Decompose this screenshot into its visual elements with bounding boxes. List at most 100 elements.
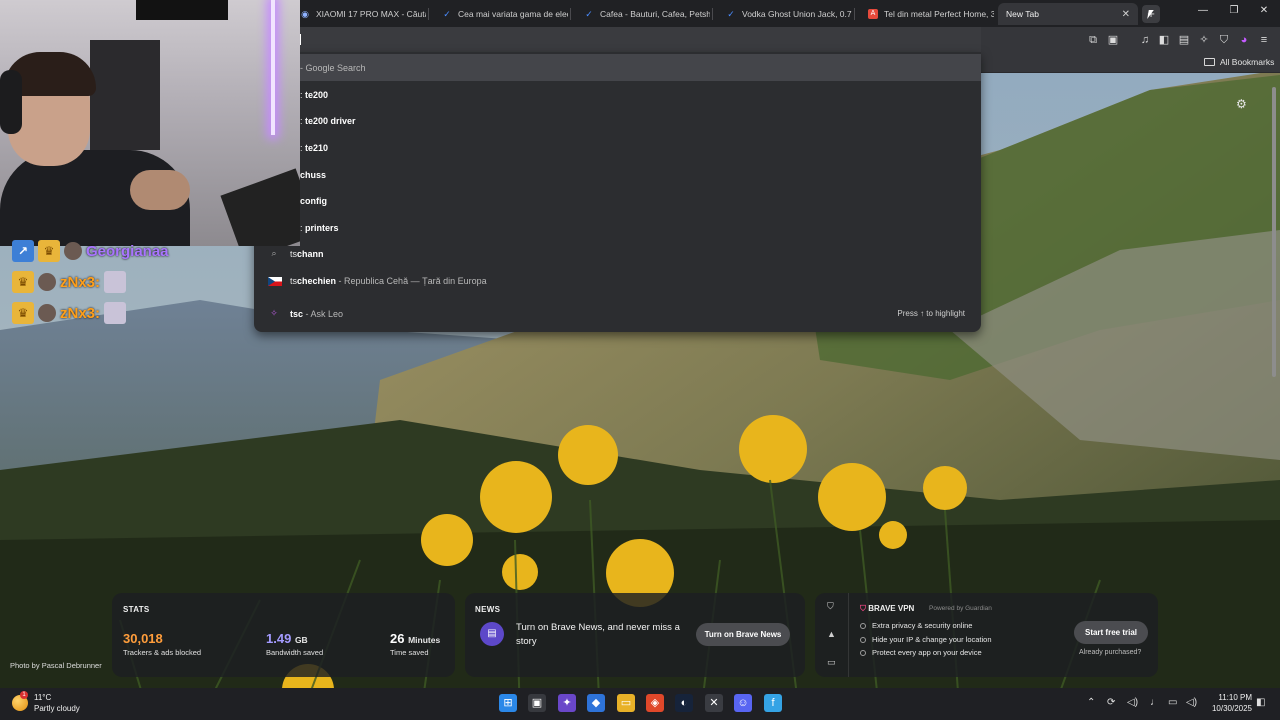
chat-badge-icon: ↗ <box>12 240 34 262</box>
copilot-icon[interactable]: ✦ <box>558 694 576 712</box>
suggestion-text: : te200 <box>300 89 329 100</box>
stats-widget: STATS 30,018 Trackers & ads blocked 1.49… <box>112 593 455 677</box>
gear-icon[interactable]: ⚙ <box>1236 97 1247 111</box>
leo-icon[interactable]: ✧ <box>1197 33 1211 47</box>
discord-icon[interactable]: ☺ <box>734 694 752 712</box>
time-desc: Time saved <box>390 648 429 657</box>
time-stat: 26 Minutes <box>390 631 441 646</box>
czech-flag-icon <box>268 275 282 286</box>
tab-search-icon[interactable]: ▣ <box>1106 33 1120 47</box>
clock[interactable]: 11:10 PM 10/30/2025 <box>1204 692 1252 714</box>
sync-icon[interactable]: ⟳ <box>1107 697 1115 708</box>
microphone-icon[interactable]: ♩ <box>1150 697 1160 708</box>
chat-username: zNx3: <box>60 273 101 291</box>
brave-browser-icon[interactable]: ◈ <box>646 694 664 712</box>
xbox-icon[interactable]: ✕ <box>705 694 723 712</box>
weather-text: 11°C Partly cloudy <box>34 693 80 713</box>
rewards-icon[interactable]: ▲ <box>827 629 836 639</box>
text-caret <box>300 33 301 45</box>
tab-emag-cafea[interactable]: ✓ Cafea - Bauturi, Cafea, Petshop <box>576 3 710 25</box>
weather-icon: 1 <box>12 691 28 711</box>
volume-icon[interactable]: ◁) <box>1186 697 1197 708</box>
vpn-title: ⛉ BRAVE VPN <box>860 604 915 613</box>
weather-widget[interactable]: 1 11°C Partly cloudy <box>12 691 80 714</box>
suggestion-item[interactable]: - Google Search <box>254 54 981 81</box>
tab-perfect-home[interactable]: A Tel din metal Perfect Home, 32 <box>860 3 994 25</box>
tab-separator <box>428 8 429 20</box>
suggestion-text: tschann <box>290 248 324 259</box>
check-icon <box>860 623 866 630</box>
all-bookmarks-button[interactable]: All Bookmarks <box>1204 57 1274 67</box>
media-icon[interactable]: ♫ <box>1138 33 1152 47</box>
suggestion-text: tsc - Ask Leo <box>290 308 344 319</box>
news-text: Turn on Brave News, and never miss a sto… <box>516 622 680 647</box>
suggestion-item[interactable]: tschechien - Republica Cehă — Țară din E… <box>254 267 981 294</box>
minimize-icon[interactable]: — <box>1189 5 1217 16</box>
tab-xiaomi[interactable]: ◉ XIAOMI 17 PRO MAX - Căutare <box>292 3 426 25</box>
photo-credit[interactable]: Photo by Pascal Debrunner <box>10 661 102 670</box>
tab-title: XIAOMI 17 PRO MAX - Căutare <box>316 9 426 19</box>
chat-message: ♛ zNx3: <box>12 302 127 324</box>
assistant-icon[interactable]: ◆ <box>587 694 605 712</box>
scroll-thumb[interactable] <box>1272 87 1276 377</box>
menu-icon[interactable]: ≡ <box>1257 33 1271 47</box>
chat-message: ♛ zNx3: <box>12 271 127 293</box>
webcam-overlay <box>0 0 300 246</box>
restore-icon[interactable]: ❐ <box>1220 5 1248 16</box>
extensions-icon[interactable]: ⧉ <box>1086 33 1100 47</box>
speaker-icon[interactable]: ◁) <box>1127 697 1138 708</box>
shield-icon[interactable]: ⛉ <box>827 601 834 612</box>
notification-icon[interactable]: ◧ <box>1256 697 1265 708</box>
suggestion-item[interactable]: config <box>254 187 981 214</box>
scrollbar[interactable] <box>1272 77 1278 687</box>
tab-emag-vodka[interactable]: ✓ Vodka Ghost Union Jack, 0.7L <box>718 3 852 25</box>
suggestion-text: : printers <box>300 222 339 233</box>
address-bar[interactable] <box>254 27 981 52</box>
close-tab-icon[interactable]: ✕ <box>1122 9 1130 20</box>
bandwidth-stat: 1.49 GB <box>266 631 308 646</box>
check-icon <box>860 637 866 644</box>
network-icon[interactable]: ▭ <box>1168 697 1177 708</box>
crown-icon: ♛ <box>38 240 60 262</box>
stats-label: STATS <box>123 605 150 614</box>
suggestion-item[interactable]: : te200 driver <box>254 107 981 134</box>
task-view-icon[interactable]: ▣ <box>528 694 546 712</box>
facebook-icon[interactable]: f <box>764 694 782 712</box>
tab-new-tab[interactable]: New Tab ✕ <box>998 3 1138 25</box>
tab-emag-electronics[interactable]: ✓ Cea mai variata gama de electr <box>434 3 568 25</box>
vpn-powered: Powered by Guardian <box>929 605 992 612</box>
close-window-icon[interactable]: ✕ <box>1250 5 1278 16</box>
brave-rewards-icon[interactable]: ◕ <box>1237 33 1251 47</box>
emag-icon: ✓ <box>727 9 735 19</box>
shop-icon: A <box>868 9 878 19</box>
shield-icon[interactable]: ⛉ <box>1217 33 1231 47</box>
already-purchased-link[interactable]: Already purchased? <box>1079 649 1141 656</box>
steam-icon[interactable]: ◐ <box>675 694 693 712</box>
sidebar-icon[interactable]: ◧ <box>1157 33 1171 47</box>
notification-badge: 1 <box>20 691 28 699</box>
suggestion-text: config <box>300 195 327 206</box>
suggestion-item[interactable]: ✧ tsc - Ask Leo Press ↑ to highlight <box>254 300 981 327</box>
turn-on-news-button[interactable]: Turn on Brave News <box>696 623 790 646</box>
suggestion-item[interactable]: chuss <box>254 161 981 188</box>
chevron-up-icon[interactable]: ⌃ <box>1087 697 1095 708</box>
check-icon <box>860 650 866 657</box>
crown-icon: ♛ <box>12 271 34 293</box>
address-input[interactable] <box>300 33 301 45</box>
suggestion-item[interactable]: ⌕ tschann <box>254 240 981 267</box>
start-trial-button[interactable]: Start free trial <box>1074 621 1148 644</box>
windows-start-icon[interactable]: ⊞ <box>499 694 517 712</box>
emote-icon <box>104 302 127 324</box>
search-icon: ⌕ <box>271 248 277 258</box>
vpn-shield-icon: ⛉ <box>860 604 866 613</box>
file-explorer-icon[interactable]: ▭ <box>617 694 635 712</box>
wallet-icon[interactable]: ▤ <box>1177 33 1191 47</box>
person-arm <box>130 170 190 210</box>
suggestion-text: - Google Search <box>300 62 366 73</box>
talk-icon[interactable]: ▭ <box>827 657 836 668</box>
chat-message: ↗ ♛ Georgianaa <box>12 240 169 262</box>
suggestion-item[interactable]: : printers <box>254 214 981 241</box>
suggestion-item[interactable]: : te210 <box>254 134 981 161</box>
suggestion-item[interactable]: : te200 <box>254 81 981 108</box>
news-icon: ▤ <box>480 622 504 646</box>
